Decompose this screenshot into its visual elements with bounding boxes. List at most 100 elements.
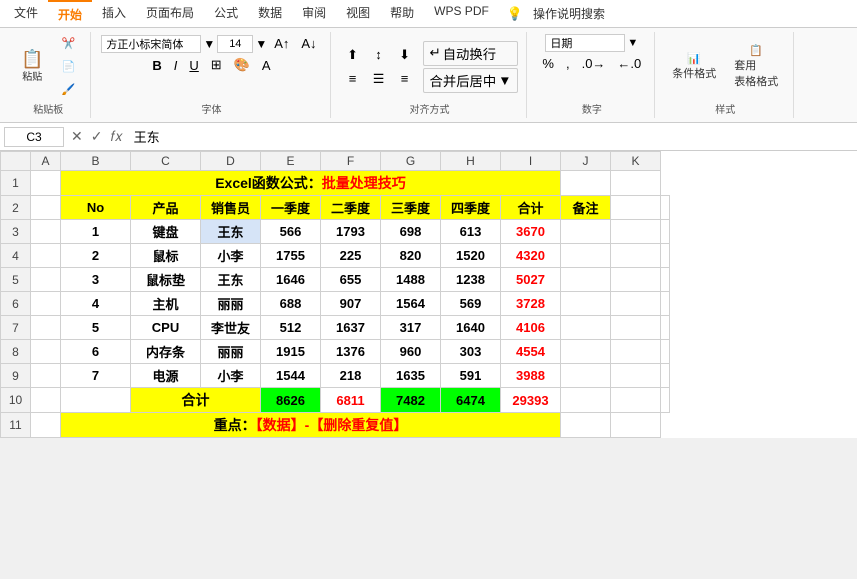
title-cell[interactable]: Excel函数公式：批量处理技巧 <box>61 171 561 196</box>
header-q2[interactable]: 二季度 <box>321 196 381 220</box>
underline-button[interactable]: U <box>184 56 203 75</box>
cell-A11[interactable] <box>31 413 61 438</box>
cell-seller-3[interactable]: 王东 <box>201 268 261 292</box>
cell-K3[interactable] <box>661 220 670 244</box>
tab-data[interactable]: 数据 <box>248 0 292 27</box>
col-header-H[interactable]: H <box>441 152 501 171</box>
cell-no-5[interactable]: 5 <box>61 316 131 340</box>
cell-K10[interactable] <box>661 388 670 413</box>
cell-total-7[interactable]: 3988 <box>501 364 561 388</box>
cell-J11[interactable] <box>561 413 611 438</box>
cell-no-3[interactable]: 3 <box>61 268 131 292</box>
auto-wrap-button[interactable]: ↵ 自动换行 <box>423 41 519 66</box>
table-format-button[interactable]: 📋 套用 表格格式 <box>727 41 785 92</box>
cell-total-5[interactable]: 4106 <box>501 316 561 340</box>
col-header-I[interactable]: I <box>501 152 561 171</box>
cell-seller-7[interactable]: 小李 <box>201 364 261 388</box>
cell-q2-6[interactable]: 1376 <box>321 340 381 364</box>
cancel-formula-icon[interactable]: ✕ <box>68 128 86 145</box>
cell-A5[interactable] <box>31 268 61 292</box>
cell-q4-7[interactable]: 591 <box>441 364 501 388</box>
header-product[interactable]: 产品 <box>131 196 201 220</box>
cell-q3-1[interactable]: 698 <box>381 220 441 244</box>
cell-seller-4[interactable]: 丽丽 <box>201 292 261 316</box>
col-header-F[interactable]: F <box>321 152 381 171</box>
footer-cell[interactable]: 重点：【数据】-【删除重复值】 <box>61 413 561 438</box>
cell-no-6[interactable]: 6 <box>61 340 131 364</box>
cell-K9[interactable] <box>661 364 670 388</box>
font-increase-button[interactable]: A↑ <box>269 34 294 53</box>
tab-home[interactable]: 开始 <box>48 0 92 27</box>
col-header-G[interactable]: G <box>381 152 441 171</box>
cell-A3[interactable] <box>31 220 61 244</box>
border-button[interactable]: ⊞ <box>206 55 227 75</box>
col-header-E[interactable]: E <box>261 152 321 171</box>
cell-product-2[interactable]: 鼠标 <box>131 244 201 268</box>
cell-q1-1[interactable]: 566 <box>261 220 321 244</box>
font-decrease-button[interactable]: A↓ <box>296 34 321 53</box>
conditional-format-button[interactable]: 📊 条件格式 <box>665 49 723 84</box>
merge-center-button[interactable]: 合并后居中 ▼ <box>423 68 519 93</box>
cell-J1[interactable] <box>561 171 611 196</box>
cell-K1[interactable] <box>611 171 661 196</box>
cut-button[interactable]: ✂️ <box>54 34 82 53</box>
bold-button[interactable]: B <box>147 56 166 75</box>
col-header-K[interactable]: K <box>611 152 661 171</box>
cell-q3-3[interactable]: 1488 <box>381 268 441 292</box>
cell-A10[interactable] <box>31 388 61 413</box>
tab-search[interactable]: 操作说明搜索 <box>523 1 615 26</box>
cell-no-7[interactable]: 7 <box>61 364 131 388</box>
cell-seller-1[interactable]: 王东 <box>201 220 261 244</box>
cell-seller-5[interactable]: 李世友 <box>201 316 261 340</box>
header-q3[interactable]: 三季度 <box>381 196 441 220</box>
cell-I10[interactable] <box>561 388 611 413</box>
cell-product-6[interactable]: 内存条 <box>131 340 201 364</box>
tab-wpspdf[interactable]: WPS PDF <box>424 0 499 27</box>
cell-J3[interactable] <box>611 220 661 244</box>
cell-q3-2[interactable]: 820 <box>381 244 441 268</box>
cell-product-3[interactable]: 鼠标垫 <box>131 268 201 292</box>
cell-B10[interactable] <box>61 388 131 413</box>
cell-seller-6[interactable]: 丽丽 <box>201 340 261 364</box>
merge-dropdown-icon[interactable]: ▼ <box>498 73 511 88</box>
cell-note-5[interactable] <box>561 316 611 340</box>
insert-function-icon[interactable]: 𝑓𝑥 <box>107 128 125 145</box>
copy-button[interactable]: 📄 <box>54 57 82 76</box>
tab-review[interactable]: 审阅 <box>292 0 336 27</box>
header-q4[interactable]: 四季度 <box>441 196 501 220</box>
header-note[interactable]: 备注 <box>561 196 611 220</box>
col-header-B[interactable]: B <box>61 152 131 171</box>
cell-A7[interactable] <box>31 316 61 340</box>
totals-q4[interactable]: 6474 <box>441 388 501 413</box>
thousand-button[interactable]: , <box>561 54 575 73</box>
italic-button[interactable]: I <box>169 56 183 75</box>
cell-note-2[interactable] <box>561 244 611 268</box>
cell-q4-1[interactable]: 613 <box>441 220 501 244</box>
col-header-J[interactable]: J <box>561 152 611 171</box>
col-header-A[interactable]: A <box>31 152 61 171</box>
cell-total-6[interactable]: 4554 <box>501 340 561 364</box>
cell-no-1[interactable]: 1 <box>61 220 131 244</box>
cell-product-4[interactable]: 主机 <box>131 292 201 316</box>
cell-q3-4[interactable]: 1564 <box>381 292 441 316</box>
cell-J5[interactable] <box>611 268 661 292</box>
tab-view[interactable]: 视图 <box>336 0 380 27</box>
cell-ref-input[interactable] <box>4 127 64 147</box>
cell-q1-7[interactable]: 1544 <box>261 364 321 388</box>
tab-formula[interactable]: 公式 <box>204 0 248 27</box>
cell-q4-3[interactable]: 1238 <box>441 268 501 292</box>
col-header-D[interactable]: D <box>201 152 261 171</box>
cell-K5[interactable] <box>661 268 670 292</box>
cell-q2-5[interactable]: 1637 <box>321 316 381 340</box>
top-align-button[interactable]: ⬆ <box>341 44 365 66</box>
left-align-button[interactable]: ≡ <box>341 68 365 90</box>
paste-button[interactable]: 📋 粘贴 <box>14 47 50 86</box>
number-format-input[interactable] <box>545 34 625 52</box>
cell-J2[interactable] <box>611 196 661 220</box>
cell-q4-2[interactable]: 1520 <box>441 244 501 268</box>
number-format-dropdown[interactable]: ▼ <box>627 37 638 49</box>
cell-q3-6[interactable]: 960 <box>381 340 441 364</box>
col-header-C[interactable]: C <box>131 152 201 171</box>
tab-file[interactable]: 文件 <box>4 0 48 27</box>
cell-A9[interactable] <box>31 364 61 388</box>
